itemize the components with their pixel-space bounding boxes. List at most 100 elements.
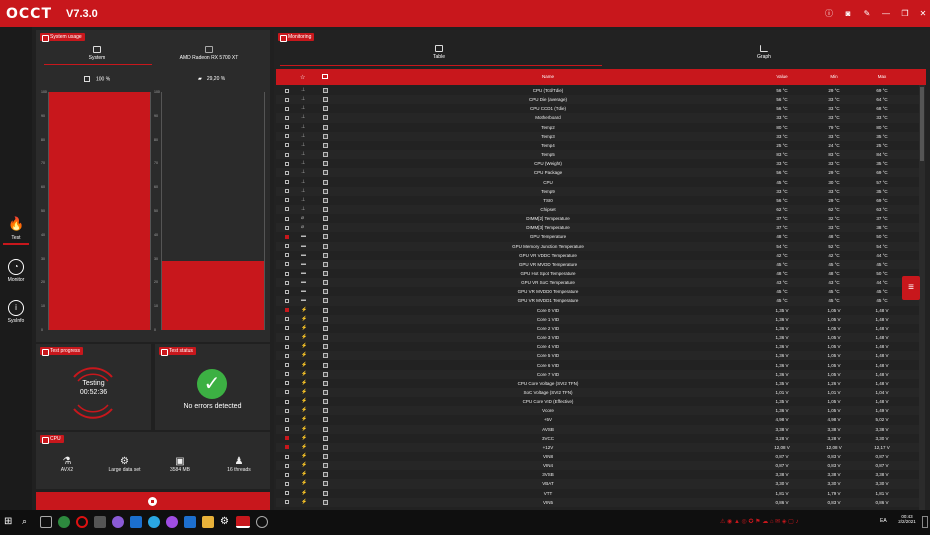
display-toggle-icon[interactable] [323, 225, 328, 231]
row-checkbox[interactable] [285, 381, 289, 386]
display-toggle-icon[interactable] [323, 399, 328, 405]
table-row[interactable]: ⌀ DIMM[2] Temperature 37 °C 32 °C 37 °C [276, 214, 921, 223]
row-checkbox[interactable] [285, 134, 289, 139]
table-row[interactable]: ▬ GPU Temperature 48 °C 48 °C 50 °C [276, 232, 921, 241]
display-toggle-icon[interactable] [323, 234, 328, 240]
menu-button[interactable]: ≡ [902, 276, 920, 300]
table-row[interactable]: ⊥ TSI0 56 °C 29 °C 69 °C [276, 196, 921, 205]
display-toggle-icon[interactable] [323, 481, 328, 487]
display-toggle-icon[interactable] [323, 252, 328, 258]
task-view-icon[interactable] [40, 516, 52, 528]
display-toggle-icon[interactable] [323, 344, 328, 350]
row-checkbox[interactable] [285, 326, 289, 331]
chrome-icon[interactable] [58, 516, 70, 528]
display-toggle-icon[interactable] [323, 362, 328, 368]
tab-table[interactable]: Table [384, 45, 494, 65]
display-toggle-icon[interactable] [323, 206, 328, 212]
row-checkbox[interactable] [285, 152, 289, 157]
row-checkbox[interactable] [285, 289, 289, 294]
display-toggle-icon[interactable] [323, 463, 328, 469]
opera-icon[interactable] [76, 516, 88, 528]
row-checkbox[interactable] [285, 262, 289, 267]
table-row[interactable]: ⚡ +12V 12,08 V 12,08 V 12,17 V [276, 442, 921, 452]
display-toggle-icon[interactable] [323, 152, 328, 158]
display-toggle-icon[interactable] [323, 124, 328, 130]
table-row[interactable]: ⊥ CPU (Weight) 33 °C 33 °C 35 °C [276, 159, 921, 168]
row-checkbox[interactable] [285, 363, 289, 367]
display-toggle-icon[interactable] [323, 179, 328, 185]
store-icon[interactable] [94, 516, 106, 528]
row-checkbox[interactable] [285, 472, 289, 477]
table-row[interactable]: ⚡ 3VCC 3,28 V 3,28 V 3,30 V [276, 434, 921, 443]
header-max[interactable]: Max [862, 74, 902, 79]
display-toggle-icon[interactable] [323, 325, 328, 331]
row-checkbox[interactable] [285, 417, 289, 422]
display-toggle-icon[interactable] [323, 444, 328, 450]
row-checkbox[interactable] [285, 106, 289, 111]
display-toggle-icon[interactable] [323, 426, 328, 432]
row-checkbox[interactable] [285, 216, 289, 221]
table-row[interactable]: ▬ GPU Memory Junction Temperature 54 °C 52 … [276, 241, 921, 251]
row-checkbox[interactable] [285, 445, 289, 450]
display-toggle-icon[interactable] [323, 371, 328, 377]
tab-system[interactable]: System [41, 46, 153, 66]
sidebar-item-sysinfo[interactable]: i SysInfo [0, 300, 32, 324]
row-checkbox[interactable] [285, 225, 289, 230]
table-row[interactable]: ▬ GPU VR MVDD1 Temperature 45 °C 45 °C 45 °C [276, 296, 921, 306]
display-toggle-icon[interactable] [323, 133, 328, 139]
display-toggle-icon[interactable] [323, 499, 328, 505]
display-toggle-icon[interactable] [323, 417, 328, 423]
table-row[interactable]: ⚡ Core 7 VID 1,36 V 1,05 V 1,48 V [276, 369, 921, 379]
display-toggle-icon[interactable] [323, 106, 328, 112]
row-checkbox[interactable] [285, 344, 289, 349]
row-checkbox[interactable] [285, 189, 289, 194]
table-row[interactable]: ⚡ VIN4 0,87 V 0,83 V 0,87 V [276, 461, 921, 471]
clock[interactable]: 00:43 2/2/2021 [896, 514, 918, 524]
tab-gpu[interactable]: AMD Radeon RX 5700 XT [153, 46, 265, 66]
row-checkbox[interactable] [285, 143, 289, 148]
table-row[interactable]: ⊥ Chipset 62 °C 62 °C 63 °C [276, 204, 921, 215]
display-toggle-icon[interactable] [323, 389, 328, 395]
row-checkbox[interactable] [285, 161, 289, 166]
display-toggle-icon[interactable] [323, 435, 328, 441]
telegram-icon[interactable] [148, 516, 160, 528]
table-row[interactable]: ⚡ SoC Voltage (SVI2 TFN) 1,01 V 1,01 V 1,04 … [276, 387, 921, 398]
restore-icon[interactable]: ❐ [898, 7, 912, 20]
row-checkbox[interactable] [285, 335, 289, 340]
display-toggle-icon[interactable] [323, 243, 328, 249]
display-toggle-icon[interactable] [323, 454, 328, 459]
display-toggle-icon[interactable] [323, 280, 328, 286]
row-checkbox[interactable] [285, 88, 289, 93]
viber-icon[interactable] [112, 516, 124, 528]
table-row[interactable]: ⚡ Core 6 VID 1,36 V 1,05 V 1,48 V [276, 361, 921, 370]
scrollbar-thumb[interactable] [920, 87, 924, 161]
row-checkbox[interactable] [285, 427, 289, 432]
row-checkbox[interactable] [285, 399, 289, 404]
info-icon[interactable]: ⓘ [822, 7, 836, 20]
tab-graph[interactable]: Graph [709, 45, 819, 65]
table-row[interactable]: ⊥ CPU Package 56 °C 29 °C 69 °C [276, 168, 921, 178]
row-checkbox[interactable] [285, 198, 289, 203]
row-checkbox[interactable] [285, 308, 289, 313]
header-min[interactable]: Min [814, 74, 854, 79]
notifications-icon[interactable] [922, 516, 928, 528]
table-row[interactable]: ⚡ VTT 1,81 V 1,79 V 1,81 V [276, 489, 921, 498]
row-checkbox[interactable] [285, 280, 289, 285]
table-row[interactable]: ⊥ Temp3 33 °C 33 °C 35 °C [276, 131, 921, 141]
row-checkbox[interactable] [285, 170, 289, 175]
sidebar-item-monitor[interactable]: ◔ Monitor [0, 259, 32, 283]
row-checkbox[interactable] [285, 436, 289, 441]
settings-icon[interactable]: ⚙ [220, 516, 232, 528]
display-toggle-icon[interactable] [323, 188, 328, 194]
row-checkbox[interactable] [285, 481, 289, 486]
search-icon[interactable]: ⌕ [22, 516, 34, 528]
messenger-icon[interactable] [166, 516, 178, 528]
table-row[interactable]: ⊥ Motherboard 33 °C 33 °C 33 °C [276, 113, 921, 123]
display-toggle-icon[interactable] [323, 271, 328, 276]
display-toggle-icon[interactable] [323, 88, 328, 93]
table-row[interactable]: ⊥ CPU Die (average) 56 °C 33 °C 64 °C [276, 95, 921, 105]
table-row[interactable]: ▬ GPU Hot Spot Temperature 48 °C 48 °C 50 °C [276, 269, 921, 278]
display-toggle-icon[interactable] [323, 353, 328, 359]
row-checkbox[interactable] [285, 372, 289, 377]
row-checkbox[interactable] [285, 463, 289, 468]
